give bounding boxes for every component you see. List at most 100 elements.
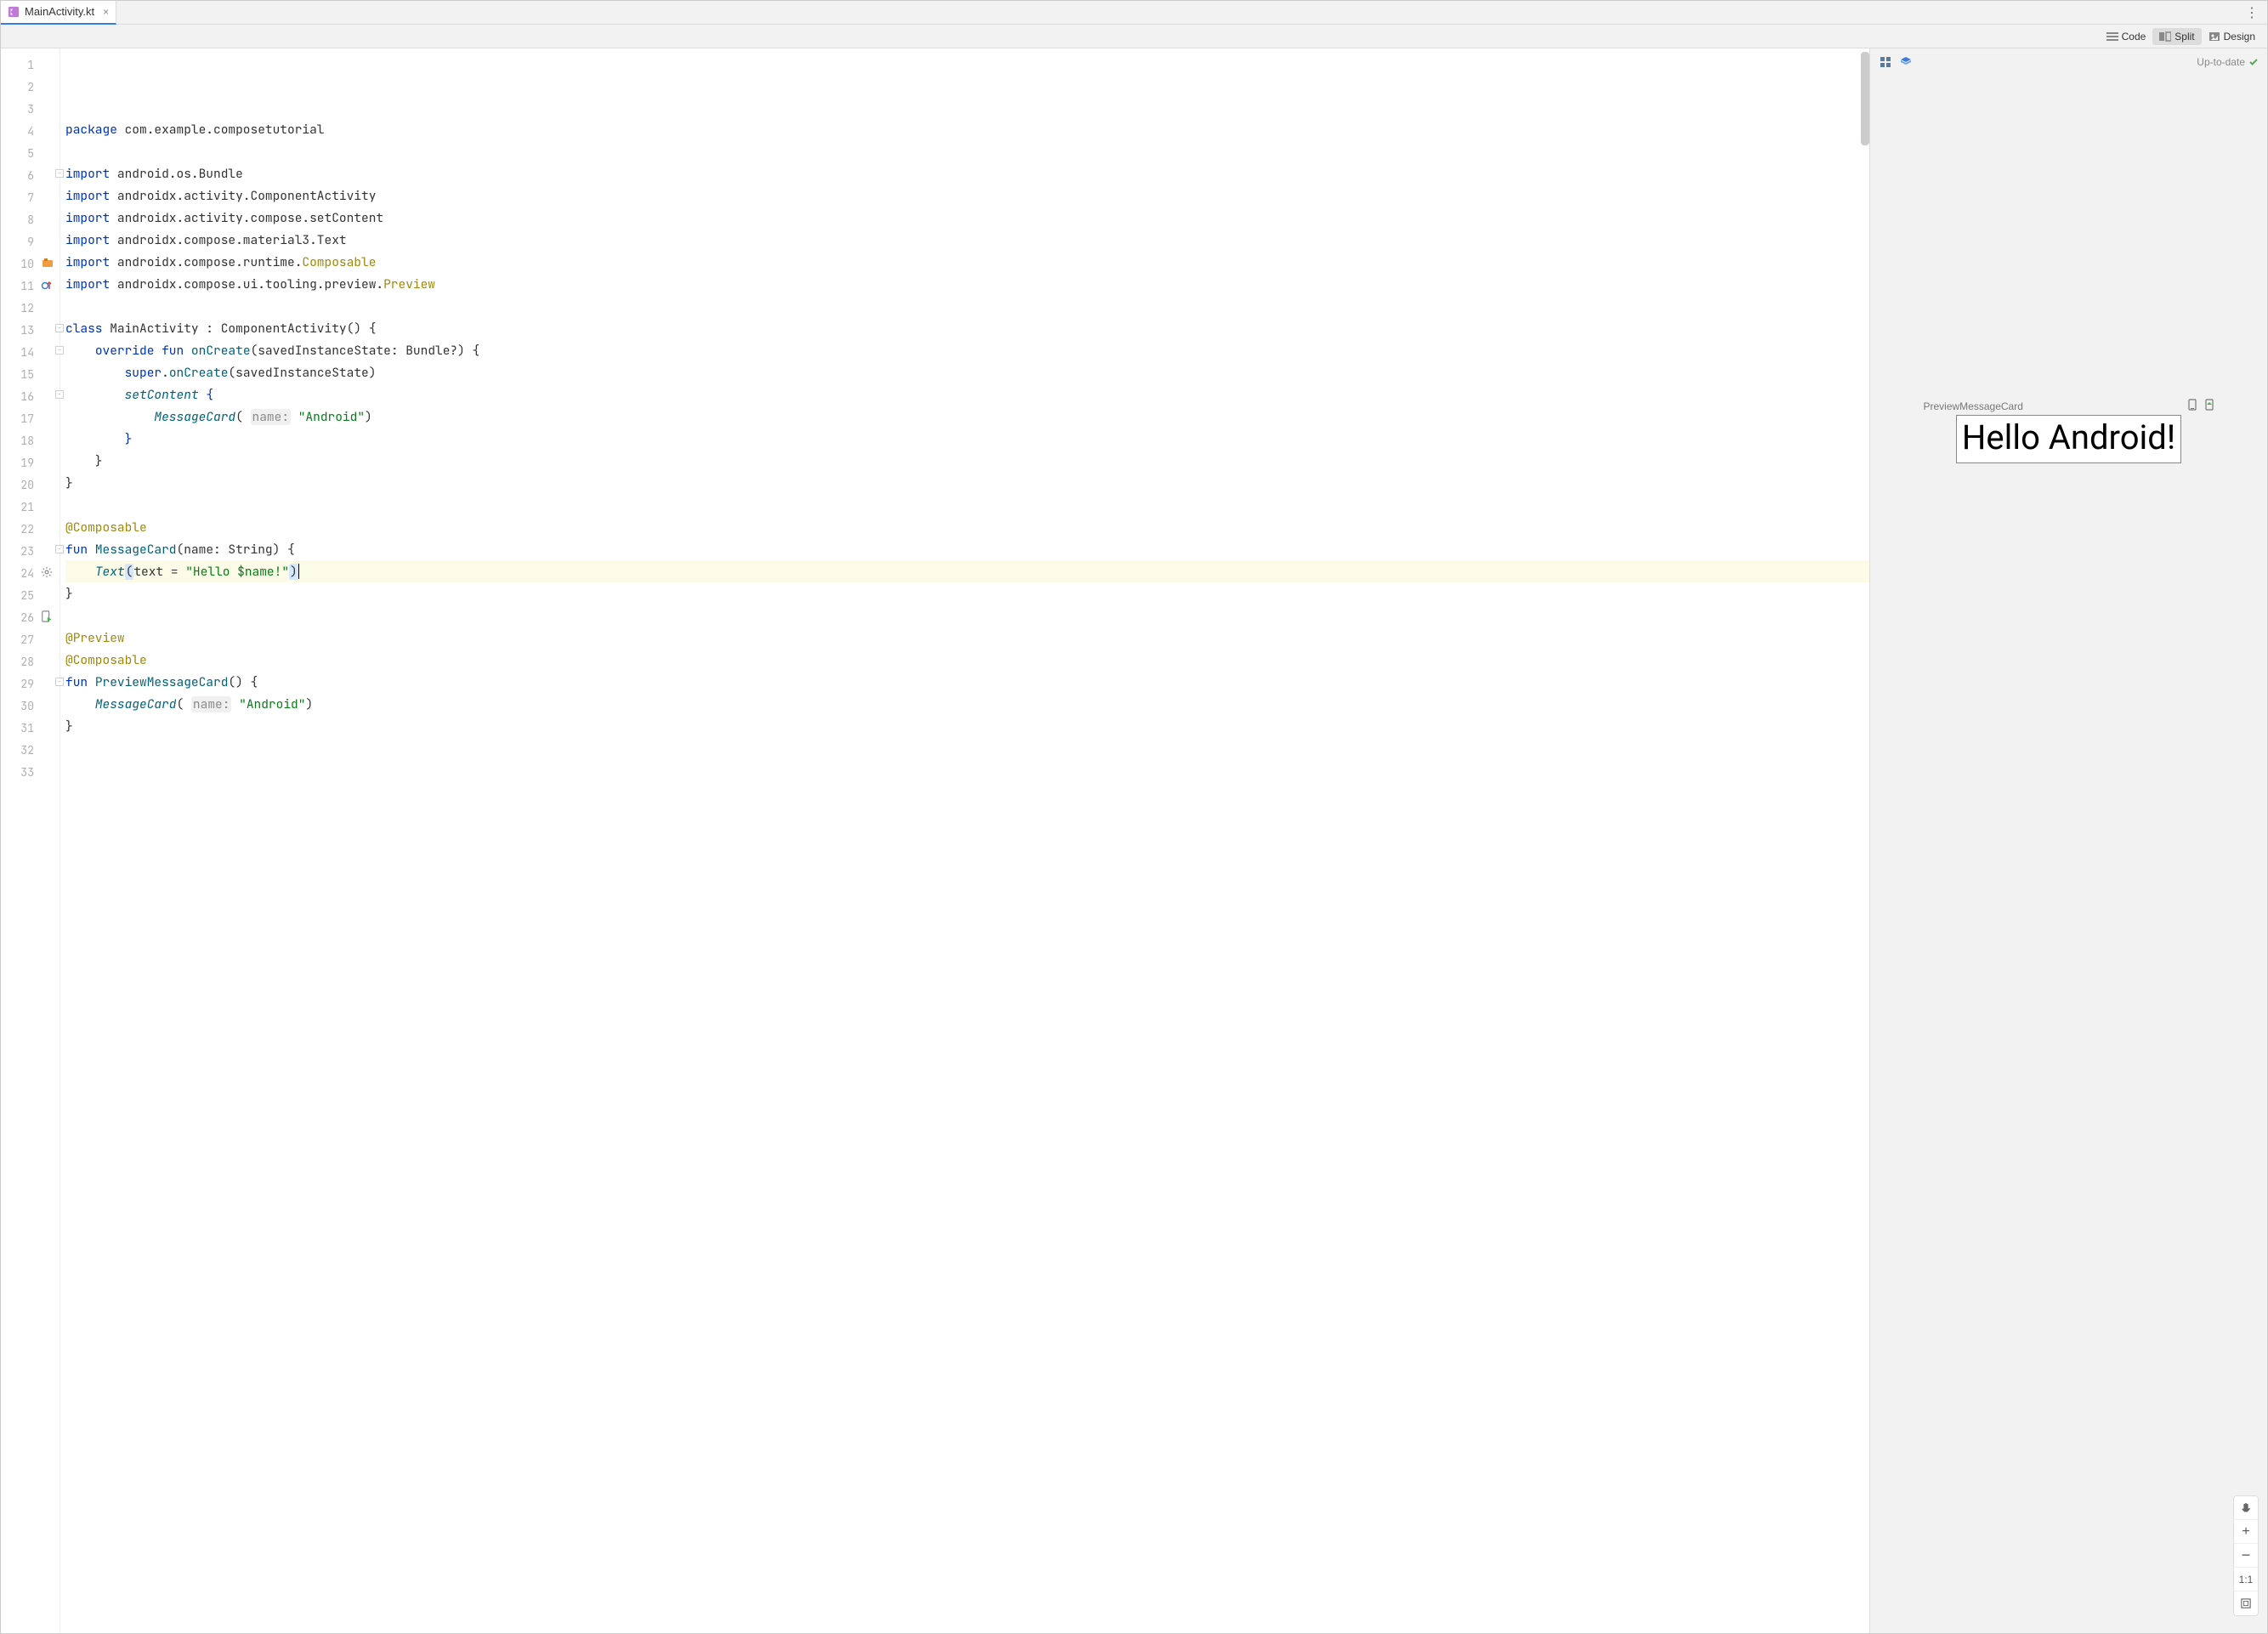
fold-toggle-icon[interactable]: − [55, 324, 64, 332]
line-number[interactable]: 3 [1, 98, 60, 120]
line-number[interactable]: 5 [1, 142, 60, 164]
line-number-gutter[interactable]: 1234567891011121314151617181920212223242… [1, 48, 60, 1633]
view-mode-design[interactable]: Design [2202, 28, 2262, 45]
fold-toggle-icon[interactable]: − [55, 678, 64, 686]
file-tab[interactable]: MainActivity.kt × [1, 1, 116, 25]
line-number[interactable]: 12 [1, 297, 60, 319]
code-line[interactable]: } [65, 472, 1869, 494]
line-number[interactable]: 13 [1, 319, 60, 341]
code-line[interactable] [65, 494, 1869, 516]
line-number[interactable]: 15 [1, 363, 60, 385]
code-line[interactable]: − setContent { [65, 383, 1869, 406]
preview-canvas[interactable]: PreviewMessageCard Hello Android! [1870, 76, 2267, 1633]
code-line[interactable] [65, 803, 1869, 826]
line-number[interactable]: 10 [1, 252, 60, 275]
line-number[interactable]: 6 [1, 164, 60, 186]
code-line[interactable]: import androidx.activity.ComponentActivi… [65, 184, 1869, 207]
zoom-out-button[interactable]: − [2234, 1544, 2258, 1568]
code-line[interactable] [65, 295, 1869, 317]
fold-toggle-icon[interactable]: − [55, 346, 64, 355]
class-gutter-icon[interactable] [41, 257, 54, 270]
line-number[interactable]: 2 [1, 76, 60, 98]
line-number[interactable]: 16 [1, 385, 60, 407]
fold-toggle-icon[interactable]: − [55, 390, 64, 399]
code-line[interactable] [65, 604, 1869, 627]
line-number[interactable]: 26 [1, 606, 60, 628]
preview-deploy-icon[interactable] [2204, 399, 2214, 413]
line-number[interactable]: 11 [1, 275, 60, 297]
zoom-fit-button[interactable] [2234, 1591, 2258, 1615]
line-number[interactable]: 1 [1, 54, 60, 76]
view-mode-split[interactable]: Split [2152, 28, 2201, 45]
code-line[interactable] [65, 140, 1869, 162]
close-tab-icon[interactable]: × [99, 6, 109, 18]
line-number[interactable]: 24 [1, 562, 60, 584]
line-number[interactable]: 20 [1, 474, 60, 496]
code-line[interactable]: −class MainActivity : ComponentActivity(… [65, 317, 1869, 339]
code-area[interactable]: package com.example.composetutorial −impo… [60, 48, 1869, 1633]
code-token [184, 343, 191, 359]
line-number[interactable]: 25 [1, 584, 60, 606]
code-line[interactable]: MessageCard( name: "Android") [65, 693, 1869, 715]
run-gutter-icon[interactable] [41, 610, 54, 624]
code-line[interactable]: import androidx.compose.material3.Text [65, 229, 1869, 251]
code-editor[interactable]: 1234567891011121314151617181920212223242… [1, 48, 1869, 1633]
gear-gutter-icon[interactable] [41, 566, 54, 580]
code-line[interactable]: @Preview [65, 627, 1869, 649]
code-line[interactable]: package com.example.composetutorial [65, 118, 1869, 140]
code-line[interactable]: − override fun onCreate(savedInstanceSta… [65, 339, 1869, 361]
preview-refresh-icon[interactable] [1879, 55, 1892, 69]
code-line[interactable]: @Composable [65, 516, 1869, 538]
preview-layers-icon[interactable] [1899, 55, 1913, 69]
line-number[interactable]: 22 [1, 518, 60, 540]
line-number[interactable]: 7 [1, 186, 60, 208]
code-line[interactable]: −fun PreviewMessageCard() { [65, 671, 1869, 693]
line-number[interactable]: 33 [1, 761, 60, 783]
pan-tool-button[interactable] [2234, 1496, 2258, 1520]
view-mode-code[interactable]: Code [2100, 28, 2153, 45]
code-line[interactable] [65, 781, 1869, 803]
code-line[interactable]: } [65, 582, 1869, 604]
line-number[interactable]: 27 [1, 628, 60, 650]
zoom-ratio-button[interactable]: 1:1 [2234, 1568, 2258, 1591]
code-line[interactable]: import androidx.compose.runtime.Composab… [65, 251, 1869, 273]
code-line[interactable]: } [65, 450, 1869, 472]
line-number[interactable]: 28 [1, 650, 60, 672]
line-number[interactable]: 23 [1, 540, 60, 562]
line-number[interactable]: 30 [1, 695, 60, 717]
line-number[interactable]: 18 [1, 429, 60, 451]
code-line[interactable]: Text(text = "Hello $name!") [65, 560, 1869, 582]
line-number[interactable]: 21 [1, 496, 60, 518]
code-line[interactable]: super.onCreate(savedInstanceState) [65, 361, 1869, 383]
code-token: ( [235, 409, 250, 425]
preview-interactive-icon[interactable] [2187, 399, 2197, 413]
code-line[interactable]: @Composable [65, 649, 1869, 671]
fold-toggle-icon[interactable]: − [55, 169, 64, 178]
line-number[interactable]: 29 [1, 672, 60, 695]
code-line[interactable]: } [65, 715, 1869, 737]
line-number[interactable]: 17 [1, 407, 60, 429]
zoom-in-button[interactable]: + [2234, 1520, 2258, 1544]
override-gutter-icon[interactable] [41, 279, 54, 292]
code-line[interactable] [65, 737, 1869, 759]
code-line[interactable]: −import android.os.Bundle [65, 162, 1869, 184]
code-line[interactable]: −fun MessageCard(name: String) { [65, 538, 1869, 560]
code-line[interactable]: } [65, 428, 1869, 450]
code-token: Composable [302, 254, 376, 270]
code-line[interactable] [65, 759, 1869, 781]
line-number[interactable]: 19 [1, 451, 60, 474]
line-number[interactable]: 8 [1, 208, 60, 230]
fold-toggle-icon[interactable]: − [55, 545, 64, 553]
code-line[interactable] [65, 826, 1869, 848]
more-actions-icon[interactable]: ⋮ [2237, 4, 2267, 21]
code-line[interactable]: MessageCard( name: "Android") [65, 406, 1869, 428]
line-number[interactable]: 4 [1, 120, 60, 142]
code-line[interactable]: import androidx.activity.compose.setCont… [65, 207, 1869, 229]
code-line[interactable]: import androidx.compose.ui.tooling.previ… [65, 273, 1869, 295]
line-number[interactable]: 14 [1, 341, 60, 363]
line-number[interactable]: 31 [1, 717, 60, 739]
line-number[interactable]: 9 [1, 230, 60, 252]
preview-rendered-output[interactable]: Hello Android! [1956, 415, 2181, 463]
inspection-ok-icon[interactable] [1849, 54, 1861, 65]
line-number[interactable]: 32 [1, 739, 60, 761]
